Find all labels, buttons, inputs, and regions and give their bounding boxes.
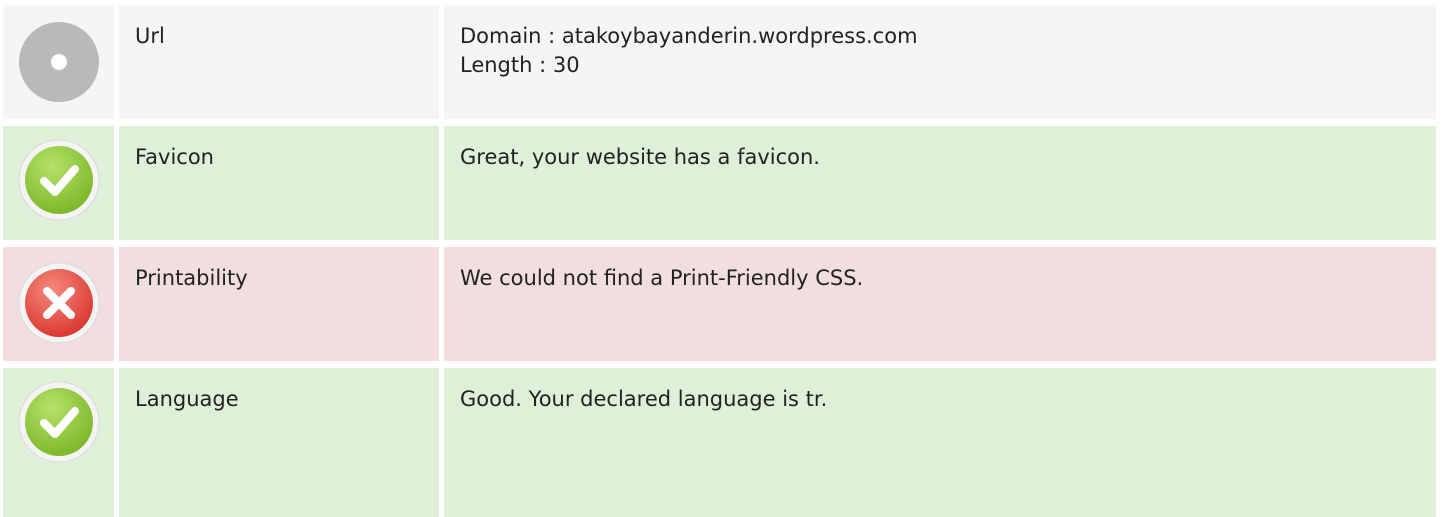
row-value: Domain : atakoybayanderin.wordpress.com … (460, 22, 1420, 80)
url-length-text: Length : 30 (460, 53, 580, 77)
check-circle-icon (17, 138, 101, 222)
table-row-printability: Printability We could not find a Print-F… (0, 247, 1451, 361)
row-label-cell: Url (119, 5, 439, 119)
row-value-cell: We could not find a Print-Friendly CSS. (444, 247, 1436, 361)
row-label-cell: Printability (119, 247, 439, 361)
row-label: Language (135, 387, 239, 411)
row-icon-cell (3, 126, 114, 240)
row-label: Url (135, 24, 165, 48)
neutral-circle-icon (17, 20, 101, 104)
url-domain-text: Domain : atakoybayanderin.wordpress.com (460, 24, 918, 48)
row-label-cell: Favicon (119, 126, 439, 240)
row-value: Great, your website has a favicon. (460, 145, 820, 169)
table-row-url: Url Domain : atakoybayanderin.wordpress.… (0, 5, 1451, 119)
row-value-cell: Domain : atakoybayanderin.wordpress.com … (444, 5, 1436, 119)
row-value-cell: Good. Your declared language is tr. (444, 368, 1436, 517)
row-value-cell: Great, your website has a favicon. (444, 126, 1436, 240)
check-circle-icon (17, 380, 101, 464)
cross-circle-icon (17, 261, 101, 345)
table-row-language: Language Good. Your declared language is… (0, 368, 1451, 517)
row-label: Favicon (135, 145, 214, 169)
table-row-favicon: Favicon Great, your website has a favico… (0, 126, 1451, 240)
row-icon-cell (3, 5, 114, 119)
row-label: Printability (135, 266, 248, 290)
row-icon-cell (3, 368, 114, 517)
row-value: Good. Your declared language is tr. (460, 387, 828, 411)
row-label-cell: Language (119, 368, 439, 517)
row-icon-cell (3, 247, 114, 361)
row-value: We could not find a Print-Friendly CSS. (460, 266, 864, 290)
analysis-table: Url Domain : atakoybayanderin.wordpress.… (0, 0, 1451, 517)
